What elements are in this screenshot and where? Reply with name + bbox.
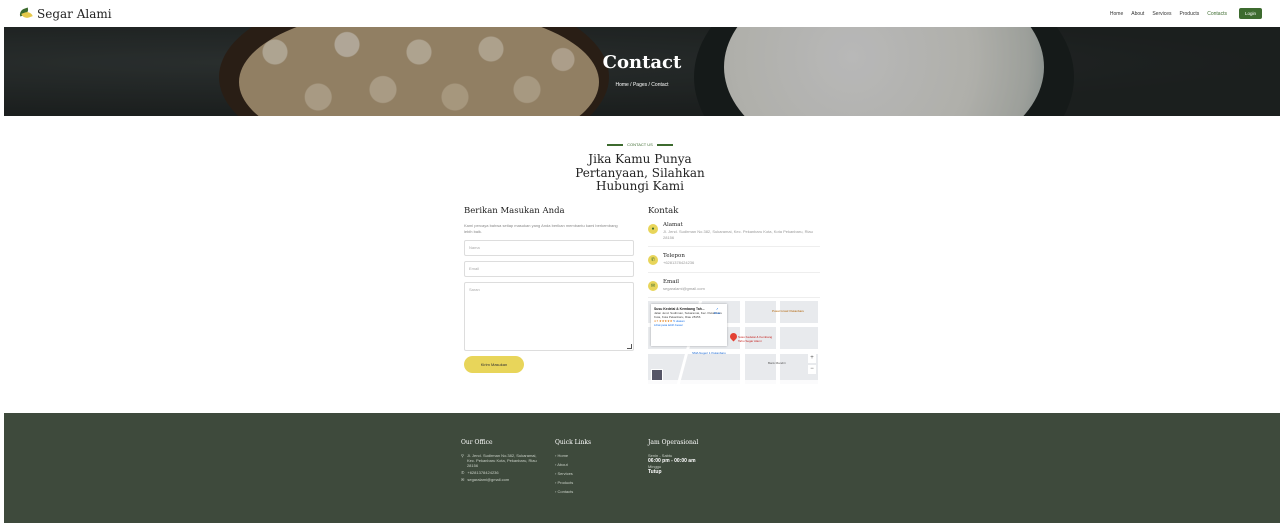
directions-label: Rute	[714, 311, 721, 315]
zoom-in-button[interactable]: +	[808, 354, 816, 363]
leaf-logo-icon	[18, 6, 33, 21]
footer-office: Our Office ⚲ Jl. Jend. Sudirman No.382, S…	[461, 439, 545, 482]
footer-link-about[interactable]: › About	[555, 462, 625, 467]
name-input[interactable]: Nama	[464, 240, 634, 256]
map-place-address: Jalan Jend. Sudirman, Sukaramai, Kec. Pe…	[654, 311, 723, 319]
embedded-map[interactable]: Susu Kedelai & Kembang Tah... Jalan Jend…	[648, 301, 818, 384]
nav-services[interactable]: Services	[1152, 11, 1171, 17]
contact-item-title: Telepon	[663, 253, 685, 259]
larger-map-link[interactable]: Lihat peta lebih besar	[654, 323, 683, 327]
footer-link-services[interactable]: › Services	[555, 471, 625, 476]
map-directions[interactable]: ➚ Rute	[714, 307, 720, 315]
page-title: Contact	[602, 52, 682, 73]
contact-item-title: Alamat	[663, 222, 683, 228]
email-input[interactable]: Email	[464, 261, 634, 277]
map-pin-icon: ⚲	[461, 453, 464, 458]
nav-links: Home About Services Products Contacts Lo…	[1110, 8, 1262, 19]
resize-handle-icon[interactable]	[627, 344, 632, 349]
message-placeholder: Saran	[469, 287, 480, 292]
email-icon: ✉	[648, 280, 658, 291]
map-pin-label: Susu Kedelai & Kembang Tahu Segar Alami	[738, 335, 773, 343]
contact-item-text[interactable]: segaralami@gmail.com	[663, 286, 705, 292]
footer-hours-title: Jam Operasional	[648, 439, 699, 446]
breadcrumb: Home / Pages / Contact	[615, 82, 669, 88]
phone-icon: ✆	[461, 470, 465, 475]
login-button[interactable]: Login	[1238, 8, 1262, 19]
footer-office-title: Our Office	[461, 439, 493, 446]
footer-phone: +6281378424236	[467, 470, 499, 475]
form-description: Kami percaya bahwa setiap masukan yang A…	[464, 223, 618, 234]
form-title: Berikan Masukan Anda	[464, 206, 565, 216]
nav-products[interactable]: Products	[1180, 11, 1200, 17]
map-poi-3: Bank Mandiri	[768, 361, 786, 365]
feedback-form: Berikan Masukan Anda Kami percaya bahwa …	[464, 206, 636, 373]
phone-icon: ✆	[648, 255, 658, 265]
map-poi-2: SMA Negeri 1 Pekanbaru	[692, 351, 726, 355]
contact-item-text: Jl. Jend. Sudirman No.382, Sukaramai, Ke…	[663, 229, 813, 240]
brand-name: Segar Alami	[37, 6, 112, 21]
section-tag-label: CONTACT US	[627, 142, 653, 147]
contact-item-address: ● Alamat Jl. Jend. Sudirman No.382, Suka…	[648, 216, 820, 247]
contact-item-text: +6281378424236	[663, 260, 695, 265]
footer-link-contacts[interactable]: › Contacts	[555, 489, 625, 494]
map-pin-icon[interactable]	[728, 331, 739, 342]
map-layer-toggle[interactable]	[651, 369, 663, 381]
submit-button[interactable]: Kirim Masukan	[464, 356, 524, 373]
map-pin-icon: ●	[648, 224, 658, 234]
nav-about[interactable]: About	[1131, 11, 1144, 17]
footer-address: Jl. Jend. Sudirman No.382, Sukaramai, Ke…	[466, 453, 537, 468]
navbar: Segar Alami Home About Services Products…	[0, 0, 1280, 27]
brand[interactable]: Segar Alami	[18, 7, 112, 21]
email-icon: ✉	[461, 477, 465, 482]
contact-item-email: ✉ Email segaralami@gmail.com	[648, 273, 820, 298]
hero-banner: Contact Home / Pages / Contact	[4, 27, 1280, 116]
footer-link-home[interactable]: › Home	[555, 453, 625, 458]
contact-title: Kontak	[648, 206, 679, 216]
map-poi-1: Pusat Grosir Pekanbaru	[772, 309, 805, 313]
footer-email[interactable]: segaralami@gmail.com	[467, 477, 509, 482]
contact-info: Kontak ● Alamat Jl. Jend. Sudirman No.38…	[648, 206, 820, 298]
hours-closed: Tutup	[648, 469, 662, 475]
zoom-out-button[interactable]: −	[808, 365, 816, 374]
footer-hours: Jam Operasional Senin - Sabtu 06:00 pm -…	[648, 439, 738, 475]
contact-item-title: Email	[663, 278, 680, 285]
message-textarea[interactable]: Saran	[464, 282, 634, 351]
section-tag: CONTACT US	[0, 142, 1280, 147]
contact-item-phone: ✆ Telepon +6281378424236	[648, 247, 820, 273]
nav-contacts[interactable]: Contacts	[1207, 11, 1227, 17]
footer-links-title: Quick Links	[555, 439, 592, 446]
footer-quick-links: Quick Links › Home › About › Services › …	[555, 439, 625, 498]
section-title: Jika Kamu Punya Pertanyaan, Silahkan Hub…	[575, 152, 705, 193]
footer-link-products[interactable]: › Products	[555, 480, 625, 485]
footer: Our Office ⚲ Jl. Jend. Sudirman No.382, S…	[4, 413, 1280, 523]
nav-home[interactable]: Home	[1110, 11, 1123, 17]
